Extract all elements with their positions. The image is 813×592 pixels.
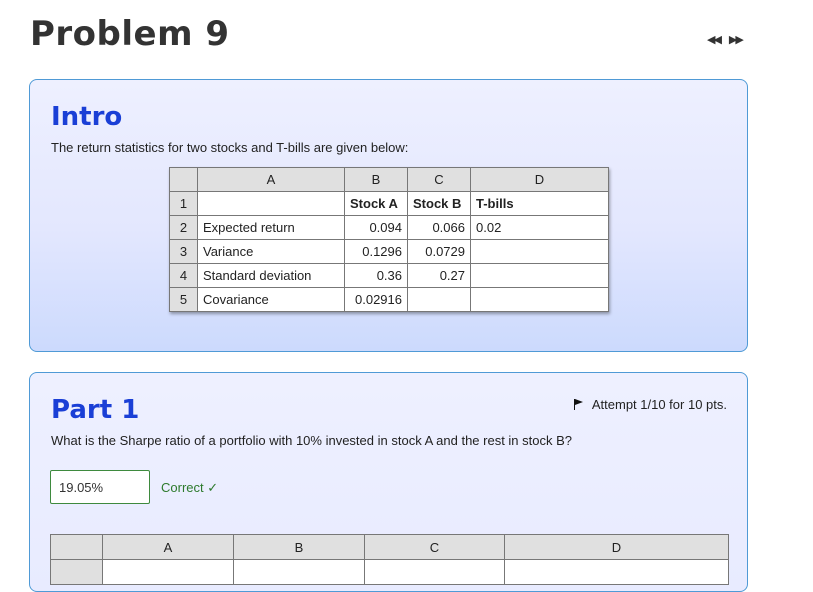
sheet-cell[interactable] <box>364 559 505 585</box>
next-problem-icon[interactable]: ▶▶ <box>729 33 744 46</box>
cell-d2: 0.02 <box>470 215 609 240</box>
part1-panel: Part 1 Attempt 1/10 for 10 pts. What is … <box>29 372 748 592</box>
row-header: 5 <box>169 287 198 312</box>
cell-d1: T-bills <box>470 191 609 216</box>
cell-a5: Covariance <box>197 287 345 312</box>
cell-a3: Variance <box>197 239 345 264</box>
part1-question: What is the Sharpe ratio of a portfolio … <box>51 433 573 448</box>
cell-b5: 0.02916 <box>344 287 408 312</box>
intro-text: The return statistics for two stocks and… <box>51 140 409 155</box>
problem-nav: ◀◀ ▶▶ <box>707 33 744 46</box>
column-header-a: A <box>102 534 234 560</box>
part1-spreadsheet: A B C D <box>50 534 729 585</box>
sheet-cell[interactable] <box>102 559 234 585</box>
cell-b1: Stock A <box>344 191 408 216</box>
cell-c3: 0.0729 <box>407 239 471 264</box>
table-row: 4 Standard deviation 0.36 0.27 <box>169 263 609 288</box>
row-header: 2 <box>169 215 198 240</box>
cell-a2: Expected return <box>197 215 345 240</box>
intro-spreadsheet: A B C D 1 Stock A Stock B T-bills 2 Expe… <box>169 167 609 312</box>
column-header-c: C <box>364 534 505 560</box>
cell-d5 <box>470 287 609 312</box>
previous-problem-icon[interactable]: ◀◀ <box>707 33 722 46</box>
flag-icon[interactable] <box>573 399 584 410</box>
cell-b3: 0.1296 <box>344 239 408 264</box>
cell-c2: 0.066 <box>407 215 471 240</box>
column-header-a: A <box>197 167 345 192</box>
intro-panel: Intro The return statistics for two stoc… <box>29 79 748 352</box>
cell-d4 <box>470 263 609 288</box>
cell-a4: Standard deviation <box>197 263 345 288</box>
answer-input[interactable] <box>50 470 150 504</box>
attempt-info: Attempt 1/10 for 10 pts. <box>573 397 727 412</box>
table-row: 2 Expected return 0.094 0.066 0.02 <box>169 215 609 240</box>
sheet-cell[interactable] <box>504 559 729 585</box>
table-row: 3 Variance 0.1296 0.0729 <box>169 239 609 264</box>
cell-b4: 0.36 <box>344 263 408 288</box>
column-header-b: B <box>233 534 365 560</box>
sheet-cell[interactable] <box>233 559 365 585</box>
cell-d3 <box>470 239 609 264</box>
answer-status: Correct ✓ <box>161 480 219 495</box>
row-header <box>50 559 103 585</box>
cell-c4: 0.27 <box>407 263 471 288</box>
column-header-d: D <box>470 167 609 192</box>
table-row: 1 Stock A Stock B T-bills <box>169 191 609 216</box>
cell-a1 <box>197 191 345 216</box>
table-row: 5 Covariance 0.02916 <box>169 287 609 312</box>
sheet-corner <box>50 534 103 560</box>
cell-c1: Stock B <box>407 191 471 216</box>
column-header-b: B <box>344 167 408 192</box>
cell-b2: 0.094 <box>344 215 408 240</box>
intro-heading: Intro <box>51 102 123 132</box>
row-header: 1 <box>169 191 198 216</box>
attempt-label: Attempt 1/10 for 10 pts. <box>591 397 727 412</box>
column-header-d: D <box>504 534 729 560</box>
table-row <box>50 559 729 585</box>
column-header-c: C <box>407 167 471 192</box>
row-header: 4 <box>169 263 198 288</box>
page-title: Problem 9 <box>30 14 230 54</box>
row-header: 3 <box>169 239 198 264</box>
part1-heading: Part 1 <box>51 395 140 425</box>
sheet-corner <box>169 167 198 192</box>
cell-c5 <box>407 287 471 312</box>
